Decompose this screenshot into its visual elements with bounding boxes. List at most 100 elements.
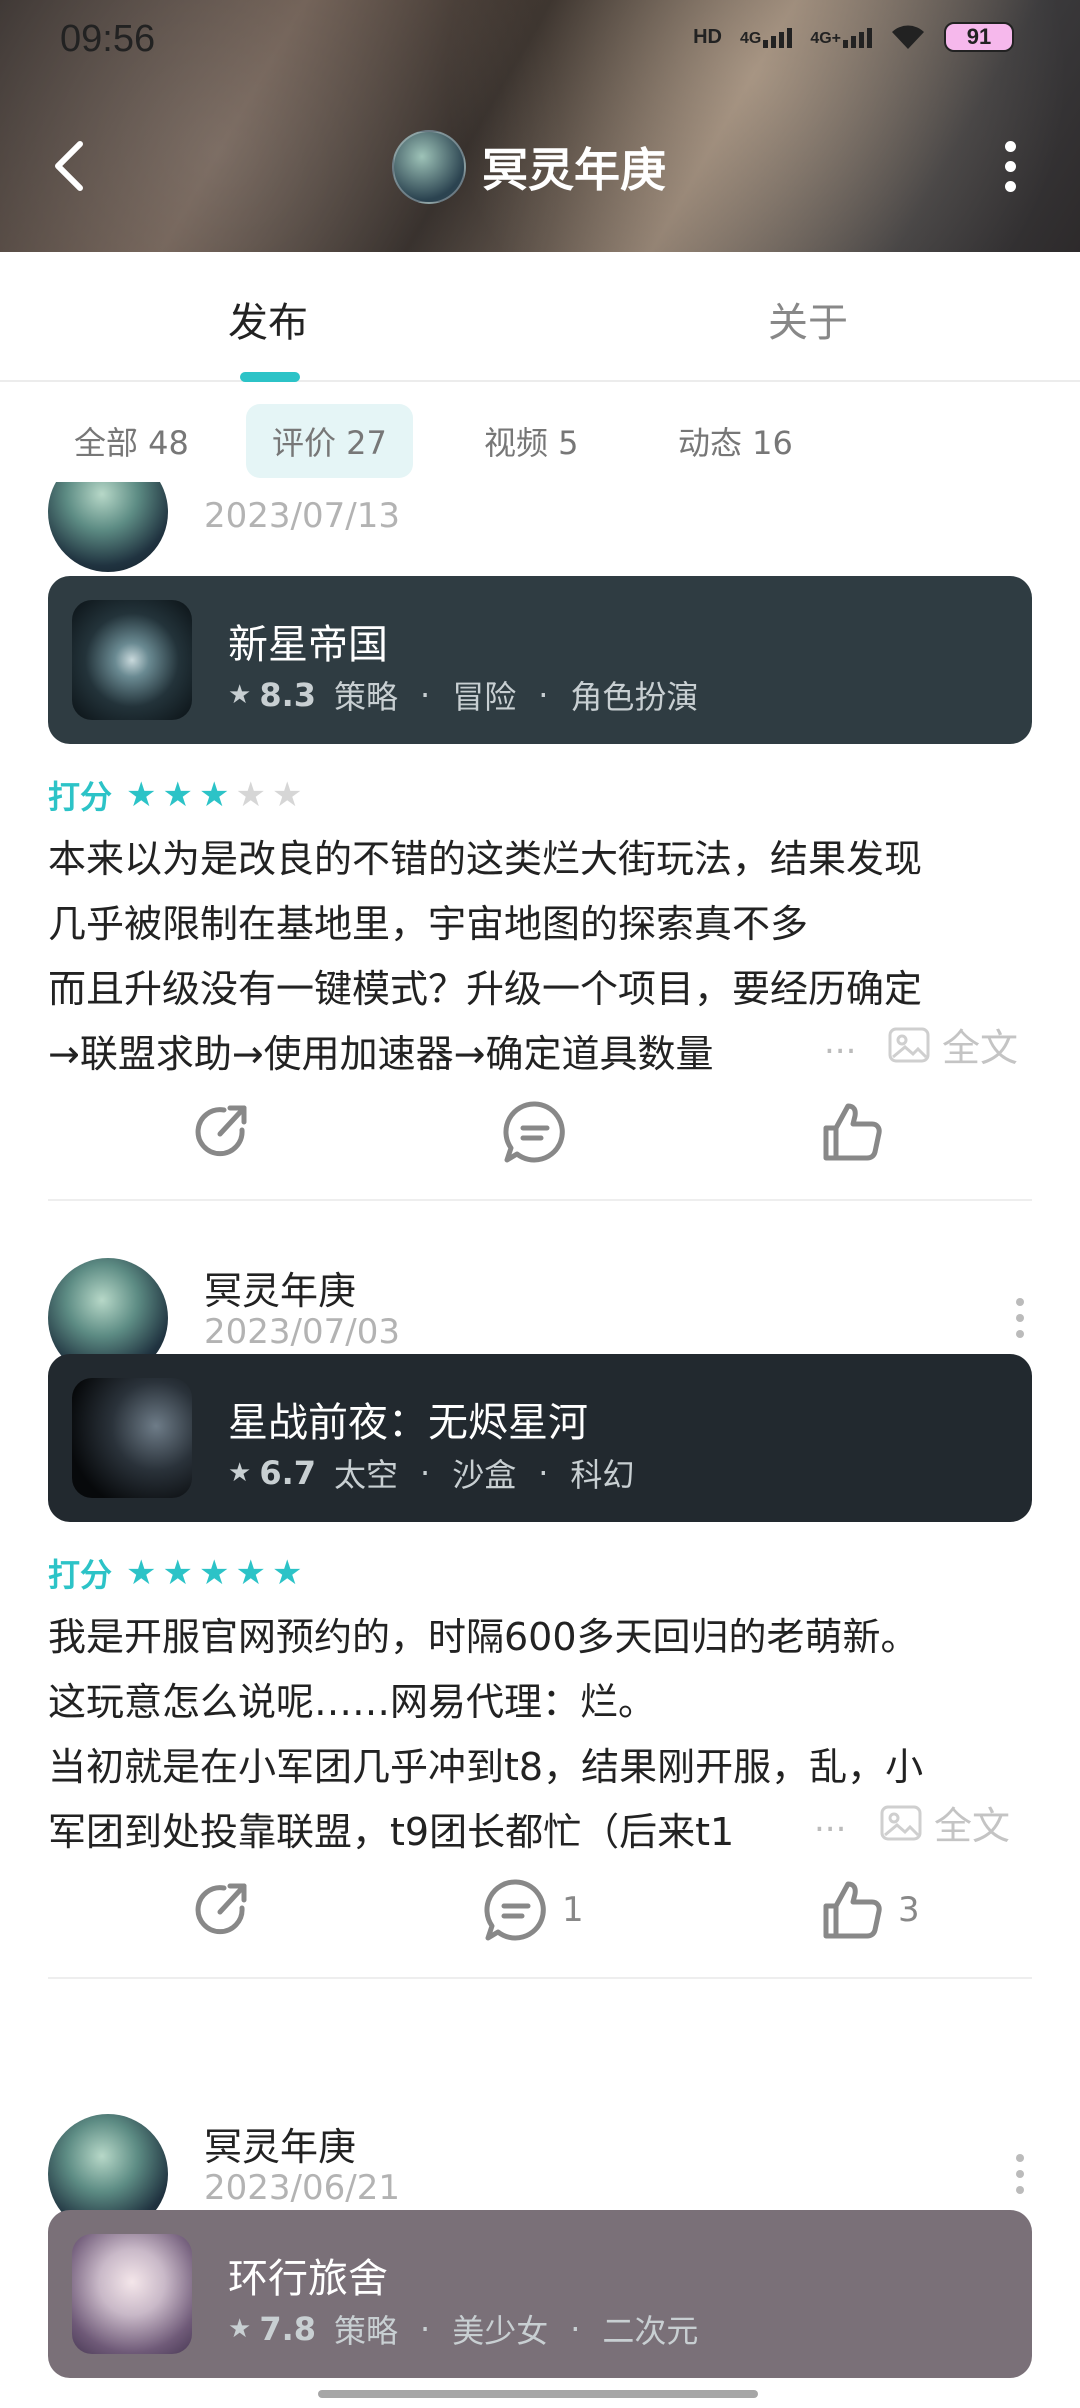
tag-separator: · [420, 1454, 431, 1492]
filter-chips: 全部 48 评价 27 视频 5 动态 16 [0, 404, 1080, 480]
post-divider [48, 1199, 1032, 1201]
like-button[interactable] [820, 1092, 884, 1172]
game-name: 环行旅舍 [228, 2256, 388, 2302]
filter-moments[interactable]: 动态 16 [652, 404, 819, 478]
page-root: 09:56 HD 4G 4G+ 91 冥灵年庚 发布 关于 全部 48 评价 2… [0, 0, 1080, 2408]
game-icon [72, 1378, 192, 1498]
signal-4g-icon: 4G [740, 26, 793, 48]
share-button[interactable] [190, 1870, 254, 1950]
status-time: 09:56 [60, 18, 156, 60]
status-icons: HD 4G 4G+ 91 [693, 22, 1014, 52]
star-icon: ★ [228, 680, 252, 710]
like-button[interactable]: 3 [820, 1870, 920, 1950]
game-tag: 沙盒 [452, 1456, 517, 1494]
share-icon [195, 1883, 247, 1935]
review-line: 本来以为是改良的不错的这类烂大街玩法，结果发现 [48, 837, 923, 881]
post-divider [48, 1977, 1032, 1979]
game-score: 8.3 [259, 676, 316, 714]
avatar[interactable] [392, 130, 466, 204]
more-options-button[interactable] [980, 136, 1040, 196]
game-icon [72, 600, 192, 720]
rating: 打分 ★ ★ ★ ★ ★ [48, 1550, 308, 1596]
rating-label: 打分 [48, 778, 113, 816]
game-meta: ★ 8.3 策略 · 冒险 · 角色扮演 [228, 672, 698, 718]
comment-count: 1 [562, 1890, 584, 1930]
image-icon [888, 1027, 930, 1062]
back-button[interactable] [40, 136, 100, 196]
profile-tabs: 发布 关于 [0, 252, 1080, 382]
comment-icon [503, 1101, 565, 1163]
game-card[interactable]: 新星帝国 ★ 8.3 策略 · 冒险 · 角色扮演 [48, 576, 1032, 744]
star-icon: ★ [228, 2314, 252, 2344]
rating-label: 打分 [48, 1556, 113, 1594]
game-meta: ★ 6.7 太空 · 沙盒 · 科幻 [228, 1450, 634, 1496]
nav-bar: 冥灵年庚 [0, 118, 1080, 218]
filter-all[interactable]: 全部 48 [48, 404, 215, 478]
post-author[interactable]: 冥灵年庚 [204, 1260, 356, 1315]
filter-videos[interactable]: 视频 5 [458, 404, 605, 478]
star-icon: ★ [162, 1553, 193, 1593]
game-tag: 冒险 [452, 678, 517, 716]
post-actions: 1 3 [0, 1870, 1080, 1950]
star-icon: ★ [228, 1458, 252, 1488]
thumbs-up-icon [823, 1881, 882, 1939]
review-line: 几乎被限制在基地里，宇宙地图的探索真不多 [48, 902, 809, 946]
game-score: 7.8 [259, 2310, 316, 2348]
game-card[interactable]: 环行旅舍 ★ 7.8 策略 · 美少女 · 二次元 [48, 2210, 1032, 2378]
star-icon: ★ [235, 1553, 266, 1593]
tab-indicator [240, 372, 300, 382]
tag-separator: · [538, 1454, 549, 1492]
post-date: 2023/07/13 [204, 496, 400, 536]
filter-reviews[interactable]: 评价 27 [246, 404, 413, 478]
avatar[interactable] [48, 482, 168, 572]
profile-title: 冥灵年庚 [392, 130, 666, 204]
fulltext-link[interactable]: 全文 [888, 1017, 1018, 1072]
game-icon [72, 2234, 192, 2354]
game-tag: 美少女 [452, 2312, 549, 2350]
ellipsis: ... [814, 1800, 847, 1840]
home-indicator[interactable] [318, 2390, 758, 2398]
star-icon: ★ [235, 775, 266, 815]
hd-icon: HD [693, 25, 722, 48]
post-more-button[interactable] [1000, 2144, 1040, 2204]
game-tag: 太空 [334, 1456, 399, 1494]
post-author[interactable]: 冥灵年庚 [204, 2116, 356, 2171]
star-icon: ★ [126, 1553, 157, 1593]
page-title: 冥灵年庚 [482, 143, 666, 197]
review-line: 当初就是在小军团几乎冲到t8，结果刚开服，乱，小 [48, 1745, 924, 1789]
signal-4g-plus-icon: 4G+ [810, 26, 872, 48]
game-name: 星战前夜：无烬星河 [228, 1400, 588, 1446]
tag-separator: · [420, 2310, 431, 2348]
star-icon: ★ [162, 775, 193, 815]
comment-button[interactable]: 1 [484, 1870, 584, 1950]
review-line: 这玩意怎么说呢……网易代理：烂。 [48, 1680, 657, 1724]
star-icon: ★ [198, 1553, 230, 1593]
battery-indicator: 91 [944, 22, 1014, 52]
like-count: 3 [898, 1890, 920, 1930]
rating: 打分 ★ ★ ★ ★ ★ [48, 772, 308, 818]
post-date: 2023/06/21 [204, 2168, 400, 2208]
tab-about[interactable]: 关于 [768, 290, 848, 348]
review-line: 我是开服官网预约的，时隔600多天回归的老萌新。 [48, 1615, 919, 1659]
game-card[interactable]: 星战前夜：无烬星河 ★ 6.7 太空 · 沙盒 · 科幻 [48, 1354, 1032, 1522]
game-meta: ★ 7.8 策略 · 美少女 · 二次元 [228, 2306, 698, 2352]
star-icon: ★ [271, 775, 303, 815]
game-tag: 科幻 [570, 1456, 635, 1494]
tab-publish[interactable]: 发布 [228, 290, 308, 348]
post-actions [0, 1092, 1080, 1172]
tag-separator: · [538, 676, 549, 714]
review-post: 2023/07/13 新星帝国 ★ 8.3 策略 · 冒险 · 角色扮演 打分 … [0, 482, 1080, 1202]
ellipsis: ... [824, 1022, 857, 1062]
review-post: 冥灵年庚 2023/07/03 星战前夜：无烬星河 ★ 6.7 太空 · 沙盒 … [0, 1202, 1080, 2062]
comment-icon [484, 1879, 546, 1941]
game-name: 新星帝国 [228, 622, 388, 668]
share-button[interactable] [190, 1092, 254, 1172]
tag-separator: · [570, 2310, 581, 2348]
star-icon: ★ [126, 775, 157, 815]
fulltext-link[interactable]: 全文 [880, 1795, 1010, 1850]
star-icon: ★ [198, 775, 230, 815]
game-score: 6.7 [259, 1454, 316, 1492]
thumbs-up-icon [823, 1103, 882, 1161]
post-more-button[interactable] [1000, 1288, 1040, 1348]
comment-button[interactable] [503, 1092, 567, 1172]
